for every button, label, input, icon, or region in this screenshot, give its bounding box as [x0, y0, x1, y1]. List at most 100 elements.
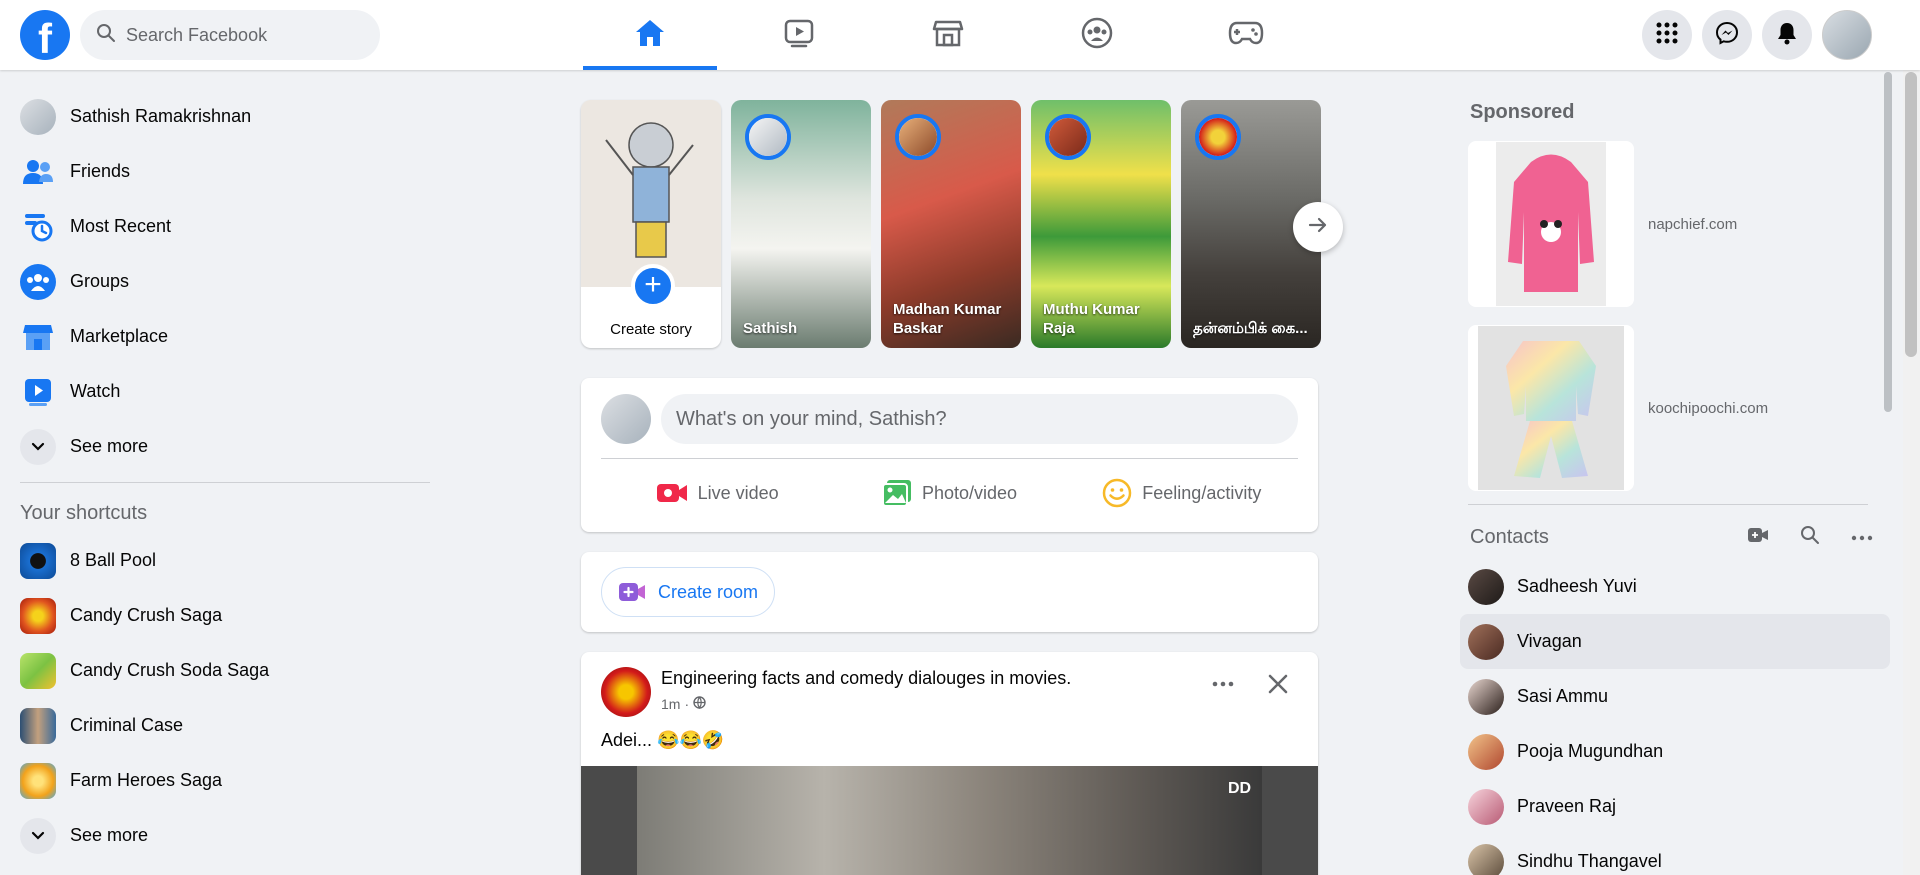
shortcut-label: Farm Heroes Saga [70, 770, 223, 790]
contact-item[interactable]: Praveen Raj [1460, 779, 1890, 834]
contact-item[interactable]: Sadheesh Yuvi [1460, 559, 1890, 614]
shortcuts-see-more[interactable]: See more [8, 808, 438, 863]
live-video-icon [656, 481, 688, 505]
tab-gaming[interactable] [1179, 0, 1313, 70]
notifications-button[interactable] [1762, 10, 1812, 60]
add-story-button[interactable]: + [631, 264, 675, 308]
tab-home[interactable] [583, 0, 717, 70]
facebook-logo[interactable]: f [20, 10, 70, 60]
shortcut-item[interactable]: Criminal Case [8, 698, 438, 753]
shortcut-item[interactable]: Farm Heroes Saga [8, 753, 438, 808]
feeling-activity-button[interactable]: Feeling/activity [1066, 468, 1298, 518]
sidebar-item-watch[interactable]: Watch [8, 364, 438, 419]
tab-groups[interactable] [1030, 0, 1164, 70]
contact-name: Sindhu Thangavel [1517, 851, 1662, 871]
story-card[interactable]: Madhan Kumar Baskar [881, 100, 1021, 348]
sponsored-ad[interactable]: napchief.com [1468, 132, 1888, 316]
contact-item[interactable]: Sasi Ammu [1460, 669, 1890, 724]
post-video[interactable]: DD [581, 766, 1318, 875]
hide-post-button[interactable] [1266, 672, 1290, 700]
tab-watch[interactable] [732, 0, 866, 70]
home-icon [634, 18, 666, 52]
more-horizontal-icon [1211, 681, 1235, 700]
sidebar-see-more[interactable]: See more [8, 419, 438, 474]
sidebar-item-marketplace[interactable]: Marketplace [8, 309, 438, 364]
account-avatar[interactable] [1822, 10, 1872, 60]
main-nav-tabs [583, 0, 1328, 70]
clock-feed-icon [20, 209, 56, 245]
video-frame [637, 766, 1262, 875]
search-input[interactable] [126, 24, 346, 46]
post-meta: 1m · [661, 696, 706, 712]
ad-domain: koochipoochi.com [1648, 399, 1769, 417]
channel-badge: DD [1228, 780, 1252, 797]
shortcut-item[interactable]: Candy Crush Soda Saga [8, 643, 438, 698]
menu-button[interactable] [1642, 10, 1692, 60]
sidebar-item-groups[interactable]: Groups [8, 254, 438, 309]
create-story-card[interactable]: + Create story [581, 100, 721, 348]
bell-icon [1776, 21, 1798, 49]
story-card[interactable]: Sathish [731, 100, 871, 348]
shortcut-item[interactable]: 8 Ball Pool [8, 533, 438, 588]
account-controls [1642, 10, 1872, 60]
story-avatar [895, 114, 941, 160]
video-plus-icon [1747, 527, 1769, 547]
avatar [1468, 733, 1504, 770]
sidebar-item-friends[interactable]: Friends [8, 144, 438, 199]
post-time[interactable]: 1m [661, 696, 680, 712]
avatar [1468, 678, 1504, 715]
contact-item[interactable]: Sindhu Thangavel [1460, 834, 1890, 875]
search-icon [96, 23, 116, 47]
globe-icon [693, 696, 706, 712]
composer-input[interactable]: What's on your mind, Sathish? [661, 394, 1298, 444]
story-image [581, 100, 721, 287]
photo-video-button[interactable]: Photo/video [833, 468, 1065, 518]
sidebar-item-profile[interactable]: Sathish Ramakrishnan [8, 89, 438, 144]
search-box[interactable] [80, 10, 380, 60]
sidebar-item-most-recent[interactable]: Most Recent [8, 199, 438, 254]
separator-dot: · [684, 696, 690, 712]
messenger-button[interactable] [1702, 10, 1752, 60]
smiley-icon [1102, 478, 1132, 508]
post-author[interactable]: Engineering facts and comedy dialouges i… [661, 668, 1071, 689]
story-card[interactable]: Muthu Kumar Raja [1031, 100, 1171, 348]
post-text: Adei... 😂😂🤣 [601, 730, 725, 750]
contact-name: Pooja Mugundhan [1517, 741, 1664, 761]
post-options-button[interactable] [1211, 672, 1235, 700]
video-plus-icon [618, 581, 646, 603]
sidebar-item-label: Marketplace [70, 326, 169, 346]
page-scrollbar-thumb[interactable] [1905, 72, 1917, 357]
create-room-card: Create room [581, 552, 1318, 632]
story-avatar [1195, 114, 1241, 160]
story-name: Sathish [743, 320, 798, 337]
contact-item[interactable]: Vivagan [1460, 614, 1890, 669]
store-icon [20, 319, 56, 355]
sponsored-ad[interactable]: koochipoochi.com [1468, 316, 1888, 500]
ad-domain: napchief.com [1648, 215, 1738, 233]
sidebar-item-label: See more [70, 436, 149, 456]
chevron-down-icon [20, 428, 56, 465]
create-room-label: Create room [658, 581, 759, 602]
search-contacts-button[interactable] [1784, 525, 1836, 549]
story-avatar [1045, 114, 1091, 160]
avatar [1468, 623, 1504, 660]
left-sidebar: Sathish Ramakrishnan Friends Most Recent… [8, 89, 438, 863]
right-column-scrollbar[interactable] [1884, 72, 1892, 412]
create-room-button[interactable]: Create room [601, 567, 776, 617]
game-icon [20, 652, 56, 689]
new-room-button[interactable] [1732, 527, 1784, 547]
sidebar-item-label: Most Recent [70, 216, 172, 236]
avatar[interactable] [601, 394, 651, 444]
tab-marketplace[interactable] [881, 0, 1015, 70]
sidebar-item-label: See more [70, 825, 149, 845]
live-video-button[interactable]: Live video [601, 468, 833, 518]
contacts-options-button[interactable] [1836, 529, 1888, 546]
shortcut-item[interactable]: Candy Crush Saga [8, 588, 438, 643]
arrow-right-icon [1308, 216, 1328, 238]
contacts-heading: Contacts [1470, 525, 1549, 548]
ad-image [1468, 141, 1634, 307]
stories-next-button[interactable] [1293, 202, 1343, 252]
page-avatar[interactable] [601, 667, 651, 717]
composer-divider [601, 458, 1298, 459]
contact-item[interactable]: Pooja Mugundhan [1460, 724, 1890, 779]
